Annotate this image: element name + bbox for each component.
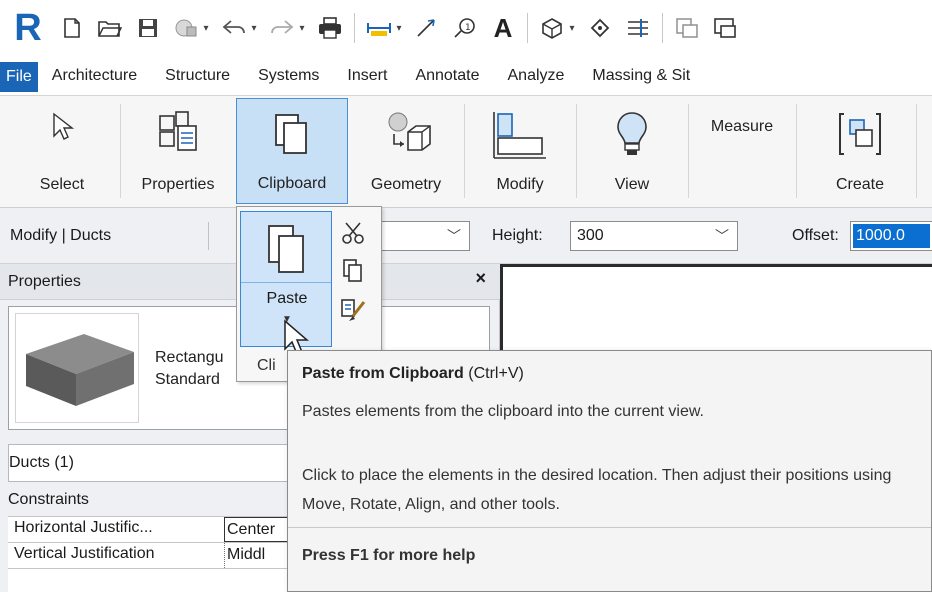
duct-thumbnail — [15, 313, 139, 423]
sync-icon[interactable] — [172, 11, 200, 45]
tooltip-detail: Click to place the elements in the desir… — [302, 467, 892, 513]
geometry-icon — [380, 110, 432, 163]
properties-button[interactable]: Properties — [124, 98, 232, 204]
tab-insert[interactable]: Insert — [333, 56, 401, 96]
properties-icon — [156, 110, 200, 159]
chevron-down-icon[interactable]: ▾ — [250, 11, 258, 45]
toolbar-divider — [527, 13, 528, 43]
paste-tooltip: Paste from Clipboard (Ctrl+V) Pastes ele… — [287, 350, 932, 592]
tooltip-title: Paste from Clipboard (Ctrl+V) — [302, 365, 524, 382]
height-label: Height: — [492, 227, 543, 244]
view-button[interactable]: View — [580, 98, 684, 204]
ribbon-divider — [688, 104, 689, 198]
tab-analyze[interactable]: Analyze — [494, 56, 579, 96]
lightbulb-icon — [614, 110, 650, 163]
new-icon[interactable] — [58, 11, 86, 45]
type-name: Rectangu Standard — [155, 349, 224, 388]
quick-access-toolbar: R ▾ ▾ ▾ ▾ 1 A ▾ — [0, 0, 932, 56]
ribbon-divider — [576, 104, 577, 198]
close-hidden-windows-icon[interactable] — [673, 11, 701, 45]
tooltip-divider — [288, 527, 931, 528]
modify-icon — [490, 110, 550, 167]
print-icon[interactable] — [316, 11, 344, 45]
tooltip-help: Press F1 for more help — [302, 547, 476, 564]
create-button[interactable]: Create — [808, 98, 912, 204]
close-icon[interactable]: × — [475, 268, 486, 289]
measure-icon[interactable] — [365, 11, 393, 45]
tooltip-description: Pastes elements from the clipboard into … — [302, 403, 704, 420]
clipboard-icon — [272, 111, 312, 162]
tab-systems[interactable]: Systems — [244, 56, 333, 96]
options-bar: Modify | Ducts ﹀ Height: 300 ﹀ Offset: 1… — [0, 208, 932, 264]
offset-label: Offset: — [792, 227, 839, 244]
copy-icon — [343, 259, 362, 282]
chevron-down-icon: ﹀ — [447, 228, 461, 244]
modify-button[interactable]: Modify — [468, 98, 572, 204]
match-type-button[interactable] — [337, 295, 369, 327]
toolbar-divider — [354, 13, 355, 43]
ribbon-panel: Select Properties Clipboard Geometry Mod… — [0, 96, 932, 208]
create-group-icon — [836, 110, 884, 163]
ribbon-divider — [464, 104, 465, 198]
cut-button[interactable] — [337, 217, 369, 249]
default-3d-view-icon[interactable] — [538, 11, 566, 45]
copy-button[interactable] — [337, 255, 369, 287]
revit-logo-icon[interactable]: R — [8, 6, 48, 50]
tag-icon[interactable]: 1 — [451, 11, 479, 45]
tab-annotate[interactable]: Annotate — [401, 56, 493, 96]
cursor-arrow-icon — [50, 110, 75, 149]
tab-structure[interactable]: Structure — [151, 56, 244, 96]
offset-input[interactable]: 1000.0 — [850, 221, 932, 251]
options-divider — [208, 222, 209, 250]
tab-massing-site[interactable]: Massing & Sit — [578, 56, 704, 96]
scissors-icon — [342, 222, 364, 244]
section-icon[interactable] — [586, 11, 614, 45]
measure-panel[interactable]: Measure — [692, 98, 792, 204]
ribbon-divider — [120, 104, 121, 198]
clipboard-button[interactable]: Clipboard — [236, 98, 348, 204]
geometry-button[interactable]: Geometry — [352, 98, 460, 204]
save-icon[interactable] — [134, 11, 162, 45]
svg-text:1: 1 — [465, 23, 471, 33]
chevron-down-icon[interactable]: ▾ — [298, 11, 306, 45]
switch-windows-icon[interactable] — [711, 11, 739, 45]
undo-icon[interactable] — [220, 11, 248, 45]
chevron-down-icon[interactable]: ▾ — [568, 11, 576, 45]
text-icon[interactable]: A — [489, 11, 517, 45]
tab-architecture[interactable]: Architecture — [38, 56, 151, 96]
select-button[interactable]: Select — [24, 98, 100, 204]
split-divider — [241, 282, 331, 283]
ribbon-tabs: File Architecture Structure Systems Inse… — [0, 56, 932, 96]
match-type-brush-icon — [341, 299, 366, 321]
context-label: Modify | Ducts — [10, 227, 112, 244]
paste-icon — [265, 222, 309, 283]
chevron-down-icon[interactable]: ▾ — [395, 11, 403, 45]
chevron-down-icon: ﹀ — [715, 228, 729, 244]
ribbon-divider — [796, 104, 797, 198]
toolbar-divider — [662, 13, 663, 43]
redo-icon[interactable] — [268, 11, 296, 45]
chevron-down-icon[interactable]: ▾ — [202, 11, 210, 45]
tab-file[interactable]: File — [0, 61, 38, 92]
height-select[interactable]: 300 ﹀ — [570, 221, 738, 251]
thin-lines-icon[interactable] — [624, 11, 652, 45]
open-icon[interactable] — [96, 11, 124, 45]
width-select[interactable]: ﹀ — [380, 221, 470, 251]
aligned-dimension-icon[interactable] — [413, 11, 441, 45]
ribbon-divider — [916, 104, 917, 198]
